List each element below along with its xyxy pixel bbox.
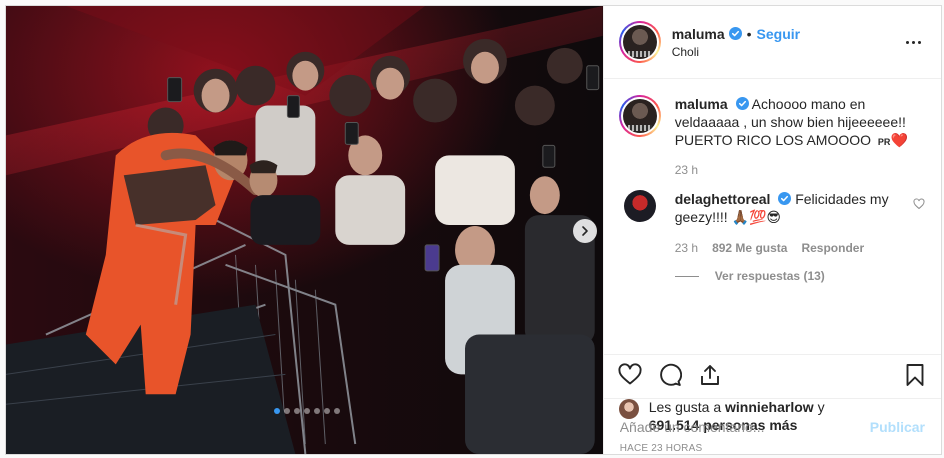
follow-button[interactable]: Seguir <box>757 26 801 42</box>
comment-meta: 23 h 892 Me gusta Responder <box>675 241 925 255</box>
header-separator: • <box>746 25 752 42</box>
author-avatar[interactable] <box>618 21 661 63</box>
carousel-dot <box>314 408 321 414</box>
add-comment-bar: Publicar <box>603 398 941 454</box>
action-bar <box>603 354 941 394</box>
carousel-next-button[interactable] <box>573 219 597 243</box>
red-heart-icon: ❤️ <box>890 133 908 149</box>
caption-time[interactable]: 23 h <box>675 163 698 177</box>
caption-username[interactable]: maluma <box>675 96 728 112</box>
share-button[interactable] <box>698 363 722 387</box>
share-upload-icon <box>700 364 719 385</box>
comment-likes[interactable]: 892 Me gusta <box>712 241 787 255</box>
concert-photo <box>6 6 603 454</box>
chevron-right-icon <box>582 226 588 236</box>
puerto-rico-flag-icon: PR <box>877 137 891 147</box>
like-comment-heart-icon[interactable] <box>913 198 925 210</box>
publish-button[interactable]: Publicar <box>870 419 925 435</box>
comment-time[interactable]: 23 h <box>675 241 698 255</box>
comment-button[interactable] <box>658 363 682 387</box>
carousel-dot <box>294 408 301 414</box>
post-side-panel: maluma • Seguir Choli maluma Achoooo man… <box>602 6 941 454</box>
comment-bubble-icon <box>659 363 682 386</box>
carousel-dot <box>304 408 311 414</box>
comments-section: maluma Achoooo mano en veldaaaaa , un sh… <box>604 79 941 354</box>
carousel-dots <box>6 408 603 414</box>
view-replies-label: Ver respuestas (13) <box>714 269 825 283</box>
heart-icon <box>618 362 642 384</box>
carousel-dot <box>274 408 281 414</box>
post-photo[interactable] <box>6 6 603 454</box>
like-button[interactable] <box>618 362 642 387</box>
view-replies-button[interactable]: Ver respuestas (13) <box>674 269 925 283</box>
comment-item: delaghettoreal Felicidades my geezy!!!! … <box>619 190 925 226</box>
carousel-dot <box>324 408 331 414</box>
verified-badge-icon <box>735 97 749 110</box>
verified-badge-icon <box>778 192 792 205</box>
caption-avatar[interactable] <box>618 95 661 137</box>
caption: maluma Achoooo mano en veldaaaaa , un sh… <box>618 95 925 151</box>
bookmark-icon <box>906 363 924 386</box>
more-options-icon[interactable] <box>901 32 925 52</box>
comment-input[interactable] <box>619 418 870 435</box>
replies-divider <box>674 275 699 277</box>
post-header: maluma • Seguir Choli <box>603 6 941 79</box>
carousel-dot <box>284 408 291 414</box>
verified-badge-icon <box>728 27 742 40</box>
comment-username[interactable]: delaghettoreal <box>675 191 771 207</box>
carousel-dot <box>334 408 341 414</box>
post-location[interactable]: Choli <box>672 45 901 59</box>
commenter-avatar[interactable] <box>623 190 656 222</box>
save-button[interactable] <box>903 363 927 387</box>
author-username[interactable]: maluma <box>672 26 725 42</box>
author-avatar-image <box>622 25 657 59</box>
post-card: maluma • Seguir Choli maluma Achoooo man… <box>5 5 942 455</box>
reply-button[interactable]: Responder <box>801 241 864 255</box>
